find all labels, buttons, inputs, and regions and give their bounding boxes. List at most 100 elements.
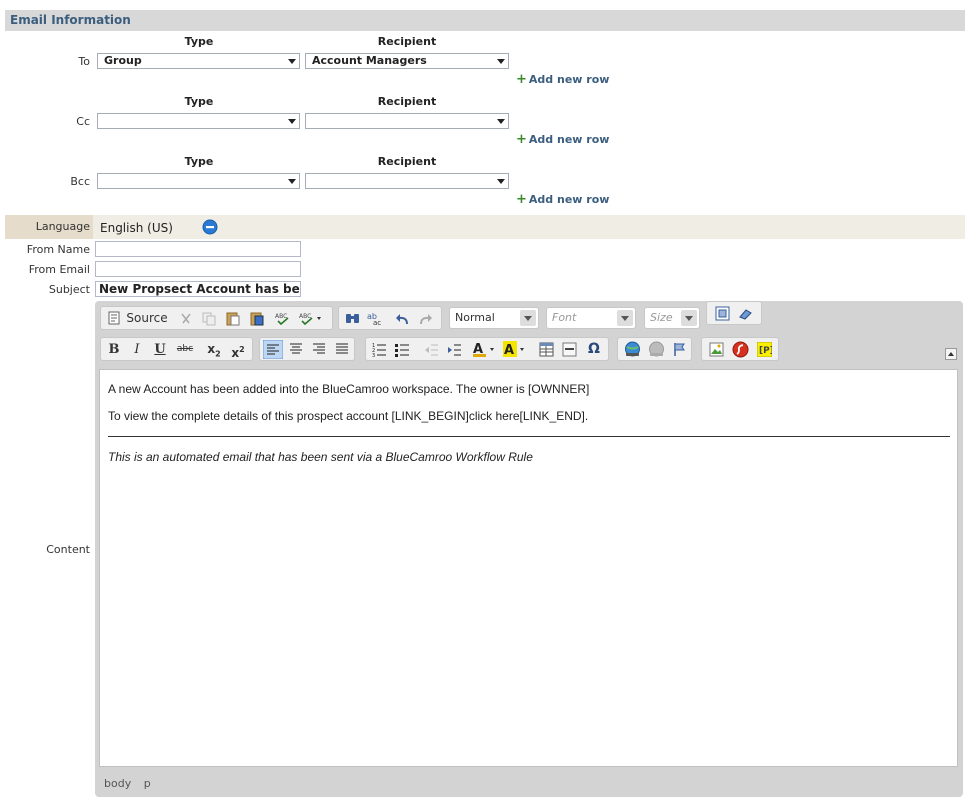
toolbar-group-insert: [P] <box>701 337 779 361</box>
subject-input[interactable]: New Propsect Account has bee <box>95 281 301 297</box>
plus-icon: + <box>516 132 527 147</box>
superscript-icon[interactable]: x2 <box>228 341 248 360</box>
svg-text:ac: ac <box>373 319 381 326</box>
cc-recipient-select[interactable] <box>305 113 509 129</box>
size-placeholder: Size <box>650 311 673 324</box>
element-path-bar: body p <box>104 777 160 790</box>
language-label: Language <box>5 215 93 239</box>
align-left-icon[interactable] <box>263 340 283 359</box>
toolbar-group-find: ab ac <box>338 306 442 330</box>
toolbar-group-align <box>259 337 355 361</box>
cc-add-row-label: Add new row <box>528 133 610 146</box>
to-type-select[interactable]: Group <box>97 53 300 69</box>
cc-add-row-link[interactable]: + Add new row <box>516 132 609 147</box>
bcc-add-row-link[interactable]: + Add new row <box>516 192 609 207</box>
chevron-down-icon <box>288 119 296 124</box>
collapse-toolbar-icon[interactable] <box>945 348 957 360</box>
spellcheck-icon[interactable]: ABC <box>275 311 292 326</box>
bold-icon[interactable]: B <box>105 341 123 358</box>
format-select[interactable]: Normal <box>449 307 539 329</box>
strikethrough-icon[interactable]: abc <box>174 341 196 358</box>
special-character-icon[interactable]: Ω <box>585 341 603 358</box>
to-recipient-select[interactable]: Account Managers <box>305 53 509 69</box>
align-right-icon[interactable] <box>312 342 326 356</box>
spellcheck-as-you-type-icon[interactable]: ABC <box>299 311 323 326</box>
increase-indent-icon[interactable] <box>447 342 462 357</box>
source-icon <box>108 311 120 325</box>
to-add-row-label: Add new row <box>528 73 610 86</box>
to-label: To <box>78 55 90 68</box>
content-label: Content <box>46 543 90 556</box>
plus-icon: + <box>516 192 527 207</box>
from-name-input[interactable] <box>95 241 301 257</box>
underline-icon[interactable]: U <box>151 341 169 358</box>
toolbar-group-clipboard: Source ABC ABC <box>100 306 333 330</box>
subscript-icon[interactable]: x2 <box>204 341 224 358</box>
eraser-icon[interactable] <box>738 307 753 320</box>
paste-icon[interactable] <box>225 311 240 326</box>
toolbar-group-lists: 123 A A Ω <box>365 337 609 361</box>
bcc-add-row-label: Add new row <box>528 193 610 206</box>
cut-icon[interactable] <box>179 312 193 326</box>
redo-icon[interactable] <box>419 312 433 325</box>
font-placeholder: Font <box>552 311 577 324</box>
anchor-icon[interactable] <box>672 342 687 357</box>
copy-icon[interactable] <box>202 312 216 326</box>
element-path-p[interactable]: p <box>144 777 151 790</box>
section-title: Email Information <box>5 10 965 31</box>
flash-icon[interactable] <box>732 341 749 358</box>
replace-icon[interactable]: abac <box>367 311 383 326</box>
element-path-body[interactable]: body <box>104 777 131 790</box>
cc-recipient-header: Recipient <box>377 95 437 108</box>
cc-type-select[interactable] <box>97 113 300 129</box>
image-icon[interactable] <box>709 342 724 357</box>
decrease-indent-icon[interactable] <box>424 342 439 357</box>
chevron-down-icon <box>520 310 536 326</box>
subject-label: Subject <box>48 283 90 296</box>
italic-icon[interactable]: I <box>128 341 146 358</box>
format-value: Normal <box>455 311 495 324</box>
find-icon[interactable] <box>345 311 360 326</box>
align-center-icon[interactable] <box>289 342 303 356</box>
content-paragraph-1: A new Account has been added into the Bl… <box>108 382 590 396</box>
bcc-label: Bcc <box>70 175 90 188</box>
chevron-down-icon <box>497 179 505 184</box>
paste-word-icon[interactable] <box>249 311 264 326</box>
content-paragraph-3: This is an automated email that has been… <box>108 450 533 464</box>
chevron-down-icon <box>288 59 296 64</box>
horizontal-rule-icon[interactable] <box>562 342 577 357</box>
chevron-down-icon <box>288 179 296 184</box>
cc-type-header: Type <box>184 95 214 108</box>
svg-text:ABC: ABC <box>299 313 311 320</box>
to-add-row-link[interactable]: + Add new row <box>516 72 609 87</box>
bulleted-list-icon[interactable] <box>395 342 410 357</box>
svg-text:3: 3 <box>372 353 375 357</box>
content-horizontal-rule <box>108 436 950 437</box>
font-select[interactable]: Font <box>546 307 636 329</box>
remove-language-icon[interactable] <box>202 219 218 235</box>
placeholder-icon[interactable]: [P] <box>757 342 772 357</box>
to-type-value: Group <box>104 54 142 67</box>
editor-content-area[interactable]: A new Account has been added into the Bl… <box>99 369 958 767</box>
chevron-down-icon <box>497 59 505 64</box>
toolbar-group-view <box>706 301 762 325</box>
content-paragraph-2: To view the complete details of this pro… <box>108 409 589 423</box>
undo-icon[interactable] <box>395 312 409 325</box>
background-color-icon[interactable]: A <box>503 341 527 358</box>
source-button[interactable]: Source <box>123 310 171 327</box>
text-color-icon[interactable]: A <box>473 341 497 358</box>
numbered-list-icon[interactable]: 123 <box>372 342 387 357</box>
unlink-icon[interactable] <box>648 341 665 358</box>
svg-text:A: A <box>504 343 514 358</box>
bcc-type-select[interactable] <box>97 173 300 189</box>
link-icon[interactable] <box>624 341 641 358</box>
bcc-recipient-select[interactable] <box>305 173 509 189</box>
align-justify-icon[interactable] <box>335 342 349 356</box>
from-email-input[interactable] <box>95 261 301 277</box>
language-value: English (US) <box>100 221 173 235</box>
plus-icon: + <box>516 72 527 87</box>
chevron-down-icon <box>681 310 697 326</box>
maximize-icon[interactable] <box>715 306 730 321</box>
size-select[interactable]: Size <box>644 307 700 329</box>
table-icon[interactable] <box>539 342 554 357</box>
